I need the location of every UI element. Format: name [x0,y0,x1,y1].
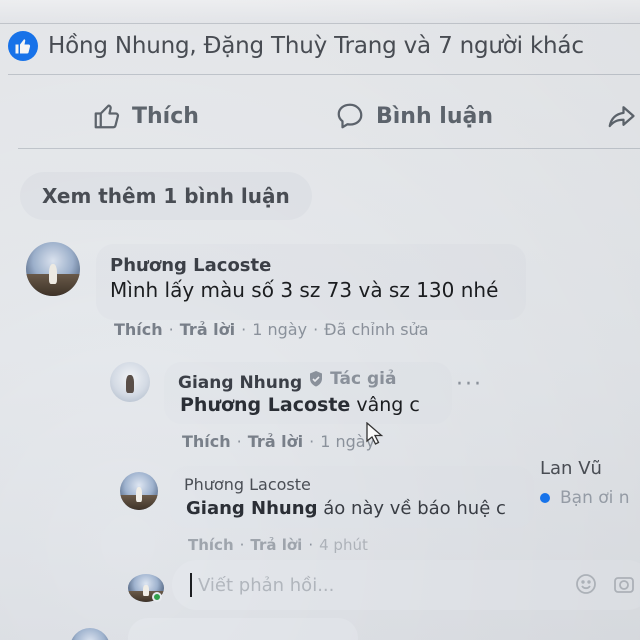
comment-edited: Đã chỉnh sửa [324,320,429,339]
facebook-post-comments: Hồng Nhung, Đặng Thuỳ Trang và 7 người k… [0,0,640,640]
meta-sep: · [239,536,245,554]
like-button[interactable]: Thích [92,92,199,140]
emoji-icon[interactable] [574,572,598,596]
comment-text: Mình lấy màu số 3 sz 73 và sz 130 nhé [110,278,499,302]
like-badge-icon [8,31,38,61]
avatar[interactable] [110,362,150,402]
comment-button[interactable]: Bình luận [334,92,493,140]
comment-label: Bình luận [376,103,494,129]
meta-sep: · [241,320,247,339]
reply-meta: Thích · Trả lời · 1 ngày [182,432,375,451]
reply-time[interactable]: 4 phút [319,536,368,554]
comment-meta: Thích · Trả lời · 1 ngày · Đã chỉnh sửa [114,320,429,339]
meta-sep: · [309,432,315,451]
comment-author[interactable]: Phương Lacoste [110,255,271,276]
avatar[interactable] [26,242,80,296]
meta-sep: · [308,536,314,554]
author-badge-label: Tác giả [330,369,397,389]
meta-sep: · [313,320,319,339]
reply-text: Giang Nhung áo này về báo huệ c [186,498,506,519]
reply-author-row: Giang Nhung Tác giả [178,369,396,393]
camera-icon[interactable] [612,572,636,596]
reactions-summary[interactable]: Hồng Nhung, Đặng Thuỳ Trang và 7 người k… [8,28,584,64]
reply-mention[interactable]: Giang Nhung [186,498,317,519]
share-button[interactable] [604,92,638,140]
meta-sep: · [168,320,174,339]
more-icon[interactable]: ··· [456,372,483,397]
reply-input[interactable]: Viết phản hồi... [172,560,640,610]
reply-body: vâng c [356,394,420,416]
divider [18,148,640,149]
comment-reply-link[interactable]: Trả lời [180,320,235,339]
chat-preview-text: Bạn ơi n [560,488,630,508]
comment-like-link[interactable]: Thích [114,320,163,339]
text-caret [190,573,192,597]
thumbs-up-icon [94,104,120,129]
reply-like-link[interactable]: Thích [182,432,231,451]
reply-text: Phương Lacoste vâng c [180,394,420,416]
reply-meta: Thích · Trả lời · 4 phút [188,536,368,554]
author-badge: Tác giả [308,369,396,389]
like-label: Thích [132,103,199,129]
avatar[interactable] [120,472,158,510]
reply-input-icons [574,572,636,596]
reply-body: áo này về báo huệ c [323,498,506,519]
comment-time[interactable]: 1 ngày [252,320,307,339]
meta-sep: · [236,432,242,451]
share-icon [608,106,635,128]
comment-bubble [128,618,358,640]
comment-icon [337,103,363,129]
online-status-dot [152,592,162,602]
reply-author[interactable]: Phương Lacoste [184,475,311,494]
reply-reply-link[interactable]: Trả lời [248,432,303,451]
reactions-text: Hồng Nhung, Đặng Thuỳ Trang và 7 người k… [48,33,584,59]
chat-contact-name[interactable]: Lan Vũ [540,458,602,479]
see-more-comments-button[interactable]: Xem thêm 1 bình luận [20,172,312,220]
reply-placeholder: Viết phản hồi... [198,574,335,596]
reply-author[interactable]: Giang Nhung [178,373,302,393]
post-action-bar: Thích Bình luận [0,92,640,140]
reply-mention[interactable]: Phương Lacoste [180,394,350,416]
avatar [70,628,110,640]
reply-like-link[interactable]: Thích [188,536,234,554]
divider [8,74,640,75]
shield-check-icon [310,371,323,387]
reply-reply-link[interactable]: Trả lời [250,536,302,554]
chat-message-preview[interactable]: Bạn ơi n [540,488,630,508]
cursor-icon [366,422,384,445]
post-top-edge [0,0,640,24]
unread-dot [540,493,550,503]
